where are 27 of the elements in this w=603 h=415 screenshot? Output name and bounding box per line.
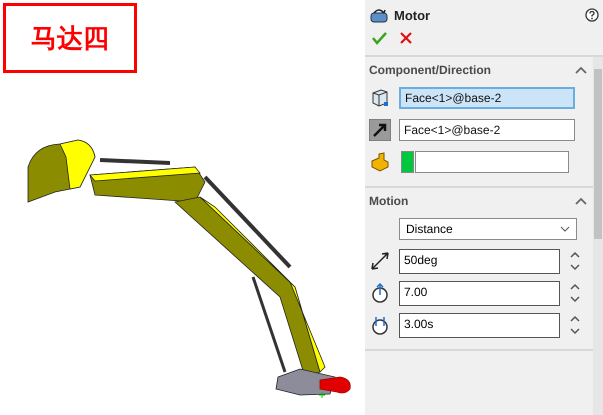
close-icon[interactable]: [399, 31, 413, 45]
origin-mark: [318, 392, 326, 398]
value-field[interactable]: 50deg: [399, 248, 560, 274]
spinner-icon[interactable]: [568, 313, 582, 337]
direction-arrow-icon[interactable]: [369, 119, 391, 141]
value-field[interactable]: 7.00: [399, 280, 560, 306]
spinner-icon[interactable]: [568, 249, 582, 273]
panel-title: Motor: [394, 8, 432, 22]
label-text: 马达四: [31, 22, 109, 56]
selection-field[interactable]: Face<1>@base-2: [399, 119, 575, 141]
section-title: Motion: [369, 194, 408, 208]
color-swatch[interactable]: [401, 151, 414, 173]
chevron-down-icon: [560, 226, 570, 232]
spinner-icon[interactable]: [568, 281, 582, 305]
motor-icon: [370, 7, 388, 23]
section-title: Component/Direction: [369, 63, 491, 77]
part-icon: [369, 151, 391, 173]
color-field[interactable]: [415, 151, 569, 173]
help-icon[interactable]: [585, 8, 599, 22]
distance-icon: [369, 250, 391, 272]
ok-icon[interactable]: [371, 31, 387, 45]
value-field[interactable]: 3.00s: [399, 312, 560, 338]
collapse-icon[interactable]: [575, 197, 587, 205]
selection-field[interactable]: Face<1>@base-2: [399, 87, 575, 109]
motion-type-dropdown[interactable]: Distance: [399, 218, 577, 240]
collapse-icon[interactable]: [575, 66, 587, 74]
scrollbar[interactable]: [593, 57, 603, 415]
